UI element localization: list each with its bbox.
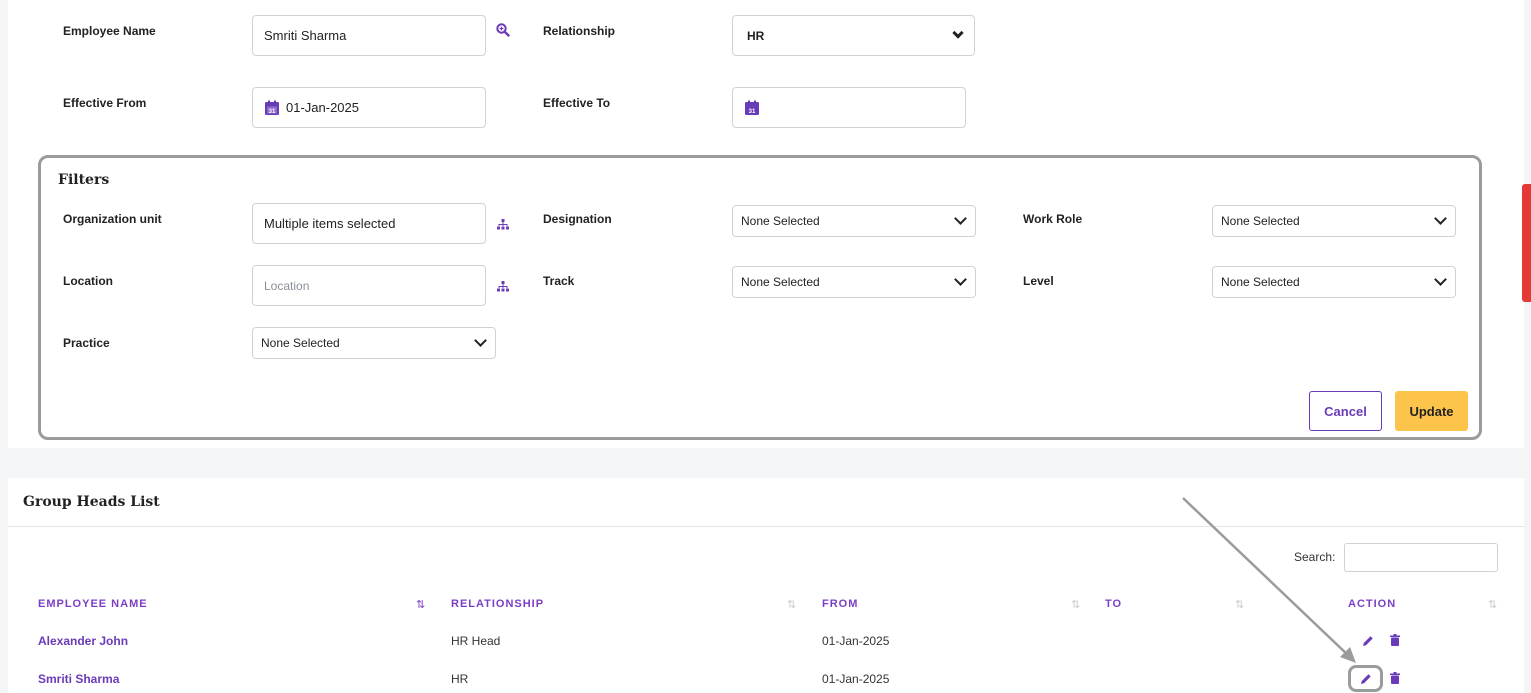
effective-from-label: Effective From xyxy=(63,96,147,110)
chevron-down-icon xyxy=(952,27,964,39)
update-button[interactable]: Update xyxy=(1395,391,1468,431)
chevron-down-icon xyxy=(1434,212,1447,225)
relationship-label: Relationship xyxy=(543,24,616,38)
col-from[interactable]: FROM xyxy=(822,598,858,610)
relationship-select[interactable]: HR xyxy=(732,15,975,56)
practice-value: None Selected xyxy=(261,336,340,350)
sort-icon[interactable]: ⇅ xyxy=(787,598,796,611)
location-field[interactable]: Location xyxy=(252,265,486,306)
location-label: Location xyxy=(63,274,113,288)
practice-label: Practice xyxy=(63,336,110,350)
annotation-arrow xyxy=(1182,497,1356,663)
work-role-value: None Selected xyxy=(1221,214,1300,228)
calendar-icon[interactable]: 31 xyxy=(744,100,760,116)
track-label: Track xyxy=(543,274,575,288)
search-input[interactable] xyxy=(1344,543,1498,572)
delete-trash-icon[interactable] xyxy=(1390,634,1400,646)
practice-select[interactable]: None Selected xyxy=(252,327,496,359)
cancel-button[interactable]: Cancel xyxy=(1309,391,1382,431)
org-tree-icon[interactable] xyxy=(497,281,509,292)
effective-to-label: Effective To xyxy=(543,96,611,110)
svg-text:31: 31 xyxy=(269,109,276,115)
row-2-from: 01-Jan-2025 xyxy=(822,672,890,686)
sort-asc-icon[interactable]: ⇅ xyxy=(416,598,425,611)
level-select[interactable]: None Selected xyxy=(1212,266,1456,298)
chevron-down-icon xyxy=(1434,273,1447,286)
group-heads-title: Group Heads List xyxy=(23,494,160,510)
sort-icon[interactable]: ⇅ xyxy=(1071,598,1080,611)
work-role-select[interactable]: None Selected xyxy=(1212,205,1456,237)
designation-label: Designation xyxy=(543,212,612,226)
row-2-employee-name[interactable]: Smriti Sharma xyxy=(38,672,119,686)
calendar-icon[interactable]: 31 xyxy=(264,100,280,116)
org-unit-label: Organization unit xyxy=(63,212,162,226)
org-unit-value: Multiple items selected xyxy=(264,216,396,231)
chevron-down-icon xyxy=(954,273,967,286)
chevron-down-icon xyxy=(474,334,487,347)
work-role-label: Work Role xyxy=(1023,212,1083,226)
effective-from-value: 01-Jan-2025 xyxy=(286,100,359,115)
level-label: Level xyxy=(1023,274,1054,288)
search-employee-icon[interactable] xyxy=(496,23,510,37)
col-to[interactable]: TO xyxy=(1105,598,1122,610)
chevron-down-icon xyxy=(954,212,967,225)
relationship-value: HR xyxy=(747,28,765,43)
location-placeholder: Location xyxy=(264,278,310,293)
svg-text:31: 31 xyxy=(749,109,756,115)
track-select[interactable]: None Selected xyxy=(732,266,976,298)
employee-name-value: Smriti Sharma xyxy=(264,28,347,43)
edit-pencil-icon[interactable] xyxy=(1360,673,1372,685)
edit-pencil-icon[interactable] xyxy=(1362,635,1374,647)
row-1-employee-name[interactable]: Alexander John xyxy=(38,634,128,648)
designation-value: None Selected xyxy=(741,214,820,228)
filters-title: Filters xyxy=(58,172,110,188)
col-employee-name[interactable]: EMPLOYEE NAME xyxy=(38,598,148,610)
level-value: None Selected xyxy=(1221,275,1300,289)
delete-trash-icon[interactable] xyxy=(1390,672,1400,684)
effective-from-field[interactable]: 31 01-Jan-2025 xyxy=(252,87,486,128)
row-1-relationship: HR Head xyxy=(451,634,501,648)
row-2-relationship: HR xyxy=(451,672,469,686)
employee-name-field[interactable]: Smriti Sharma xyxy=(252,15,486,56)
row-1-from: 01-Jan-2025 xyxy=(822,634,890,648)
feedback-side-tab[interactable] xyxy=(1522,184,1531,302)
org-unit-field[interactable]: Multiple items selected xyxy=(252,203,486,244)
effective-to-field[interactable]: 31 xyxy=(732,87,966,128)
track-value: None Selected xyxy=(741,275,820,289)
col-relationship[interactable]: RELATIONSHIP xyxy=(451,598,544,610)
employee-name-label: Employee Name xyxy=(63,24,156,38)
org-tree-icon[interactable] xyxy=(497,219,509,230)
designation-select[interactable]: None Selected xyxy=(732,205,976,237)
sort-icon[interactable]: ⇅ xyxy=(1488,598,1497,611)
